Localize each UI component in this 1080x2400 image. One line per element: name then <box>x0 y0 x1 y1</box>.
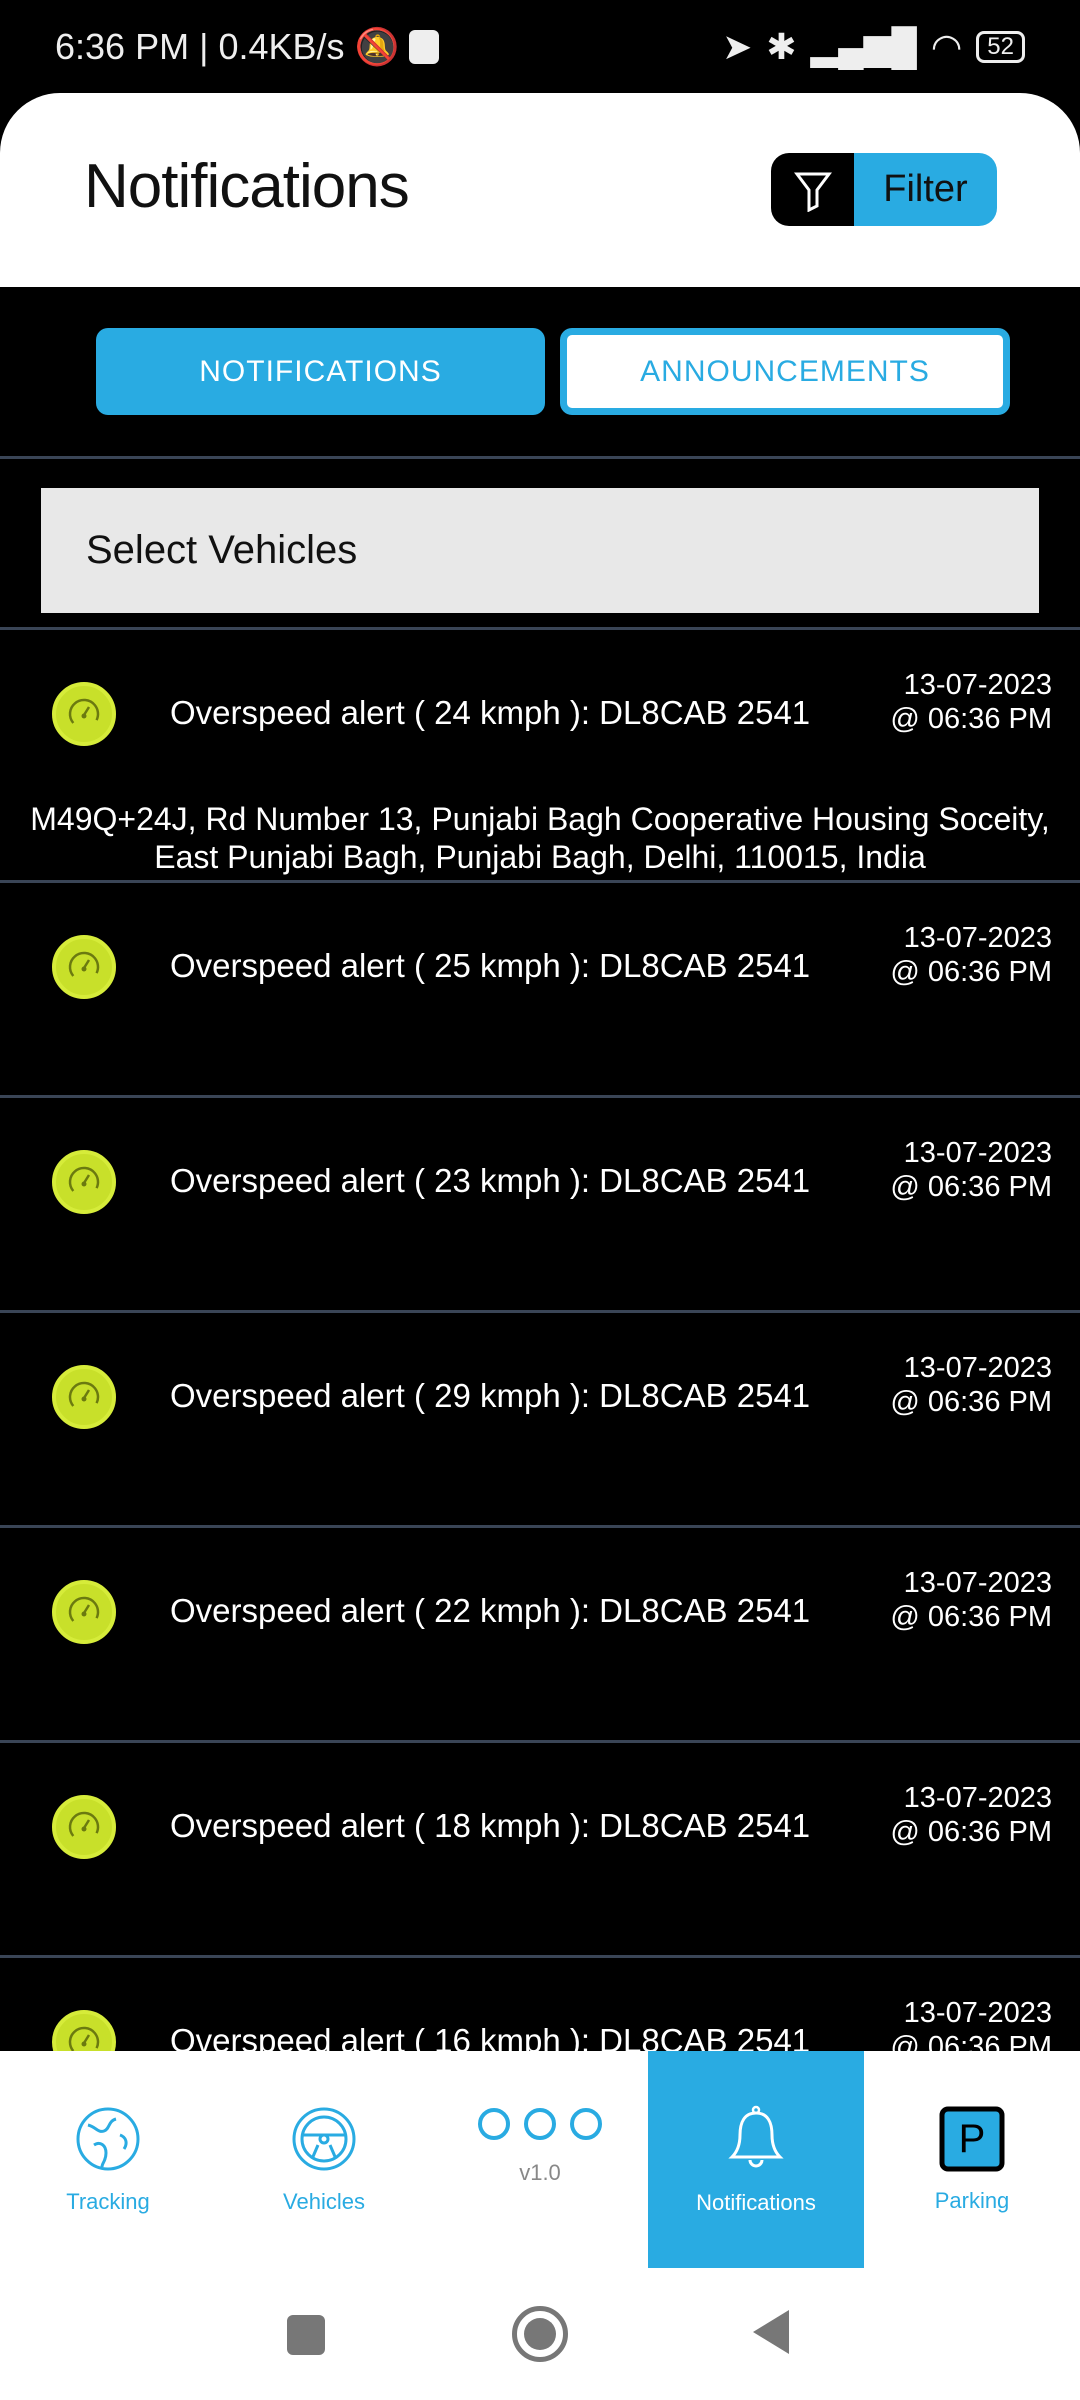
header: Notifications Filter <box>0 93 1080 287</box>
nav-label: v1.0 <box>519 2159 561 2185</box>
notification-timestamp: 13-07-2023 @ 06:36 PM <box>890 1566 1052 1634</box>
notification-row[interactable]: Overspeed alert ( 16 kmph ): DL8CAB 2541… <box>0 1958 1080 2051</box>
nav-label: Parking <box>934 2187 1010 2213</box>
filter-button[interactable]: Filter <box>771 153 997 226</box>
system-nav-bar <box>0 2268 1080 2400</box>
notification-row[interactable]: Overspeed alert ( 23 kmph ): DL8CAB 2541… <box>0 1098 1080 1313</box>
notification-time: @ 06:36 PM <box>890 1386 1052 1418</box>
notification-time: @ 06:36 PM <box>890 2031 1052 2051</box>
parking-icon: P <box>939 2106 1005 2178</box>
notification-time: @ 06:36 PM <box>890 703 1052 735</box>
globe-icon <box>74 2105 142 2179</box>
filter-icon <box>771 153 854 226</box>
speedometer-icon <box>52 1580 116 1644</box>
divider <box>0 456 1080 459</box>
notification-row[interactable]: Overspeed alert ( 18 kmph ): DL8CAB 2541… <box>0 1743 1080 1958</box>
notification-message: Overspeed alert ( 16 kmph ): DL8CAB 2541 <box>170 2022 811 2051</box>
notification-row[interactable]: Overspeed alert ( 22 kmph ): DL8CAB 2541… <box>0 1528 1080 1743</box>
select-vehicles-dropdown[interactable]: Select Vehicles <box>41 488 1039 613</box>
location-icon: ➤ <box>722 25 753 67</box>
nav-item-parking[interactable]: P Parking <box>864 2051 1080 2268</box>
more-dots-icon <box>478 2104 602 2150</box>
app-icon <box>409 29 440 64</box>
speedometer-icon <box>52 1795 116 1859</box>
tab-notifications[interactable]: NOTIFICATIONS <box>96 328 545 415</box>
status-bar: 6:36 PM | 0.4KB/s 🔕 ➤ ✱ ▂▄▆█ ◠ 52 <box>0 0 1080 93</box>
notification-message: Overspeed alert ( 29 kmph ): DL8CAB 2541 <box>170 1377 811 1414</box>
bottom-nav: Tracking Vehicles v1.0 Notifications P Parkin… <box>0 2051 1080 2268</box>
wifi-icon: ◠ <box>930 25 963 67</box>
notification-date: 13-07-2023 <box>903 1782 1052 1814</box>
notification-date: 13-07-2023 <box>903 1352 1052 1384</box>
filter-label: Filter <box>854 153 997 226</box>
notification-message: Overspeed alert ( 22 kmph ): DL8CAB 2541 <box>170 1592 811 1629</box>
speedometer-icon <box>52 1150 116 1214</box>
page-title: Notifications <box>84 152 410 221</box>
notification-date: 13-07-2023 <box>903 669 1052 701</box>
nav-label: Vehicles <box>283 2188 365 2214</box>
notification-address: M49Q+24J, Rd Number 13, Punjabi Bagh Coo… <box>30 801 1050 875</box>
battery-icon: 52 <box>976 30 1025 63</box>
notification-timestamp: 13-07-2023 @ 06:36 PM <box>890 1996 1052 2051</box>
signal-icon: ▂▄▆█ <box>810 25 917 67</box>
notification-timestamp: 13-07-2023 @ 06:36 PM <box>890 921 1052 989</box>
notification-row[interactable]: Overspeed alert ( 25 kmph ): DL8CAB 2541… <box>0 883 1080 1098</box>
notification-row[interactable]: Overspeed alert ( 24 kmph ): DL8CAB 2541… <box>0 630 1080 883</box>
nav-label: Tracking <box>66 2188 150 2214</box>
svg-text:P: P <box>959 2117 986 2161</box>
notification-time: @ 06:36 PM <box>890 1171 1052 1203</box>
notification-date: 13-07-2023 <box>903 1997 1052 2029</box>
back-button[interactable] <box>753 2310 789 2354</box>
network-speed: 0.4KB/s <box>218 25 345 67</box>
nav-label: Notifications <box>696 2189 816 2215</box>
notification-timestamp: 13-07-2023 @ 06:36 PM <box>890 668 1052 736</box>
status-time: 6:36 PM <box>55 25 190 67</box>
notification-timestamp: 13-07-2023 @ 06:36 PM <box>890 1351 1052 1419</box>
speedometer-icon <box>52 682 116 746</box>
steering-wheel-icon <box>290 2105 358 2179</box>
home-button[interactable] <box>512 2306 568 2362</box>
separator: | <box>199 25 209 67</box>
notification-message: Overspeed alert ( 18 kmph ): DL8CAB 2541 <box>170 1807 811 1844</box>
notification-time: @ 06:36 PM <box>890 1816 1052 1848</box>
tab-announcements[interactable]: ANNOUNCEMENTS <box>560 328 1010 415</box>
notification-timestamp: 13-07-2023 @ 06:36 PM <box>890 1781 1052 1849</box>
notification-time: @ 06:36 PM <box>890 956 1052 988</box>
nav-item-tracking[interactable]: Tracking <box>0 2051 216 2268</box>
notification-message: Overspeed alert ( 23 kmph ): DL8CAB 2541 <box>170 1162 811 1199</box>
bell-icon <box>722 2104 790 2180</box>
nav-item-v1-0[interactable]: v1.0 <box>432 2051 648 2268</box>
bluetooth-icon: ✱ <box>766 25 797 67</box>
notification-row[interactable]: Overspeed alert ( 29 kmph ): DL8CAB 2541… <box>0 1313 1080 1528</box>
notification-message: Overspeed alert ( 24 kmph ): DL8CAB 2541 <box>170 694 811 731</box>
recents-button[interactable] <box>287 2315 325 2355</box>
mute-icon: 🔕 <box>354 25 400 67</box>
speedometer-icon <box>52 1365 116 1429</box>
notification-date: 13-07-2023 <box>903 1567 1052 1599</box>
nav-item-notifications[interactable]: Notifications <box>648 2051 864 2268</box>
speedometer-icon <box>52 935 116 999</box>
notification-timestamp: 13-07-2023 @ 06:36 PM <box>890 1136 1052 1204</box>
speedometer-icon <box>52 2010 116 2051</box>
notification-message: Overspeed alert ( 25 kmph ): DL8CAB 2541 <box>170 947 811 984</box>
notification-date: 13-07-2023 <box>903 922 1052 954</box>
notification-time: @ 06:36 PM <box>890 1601 1052 1633</box>
notification-date: 13-07-2023 <box>903 1137 1052 1169</box>
nav-item-vehicles[interactable]: Vehicles <box>216 2051 432 2268</box>
notification-list[interactable]: Overspeed alert ( 24 kmph ): DL8CAB 2541… <box>0 630 1080 2051</box>
